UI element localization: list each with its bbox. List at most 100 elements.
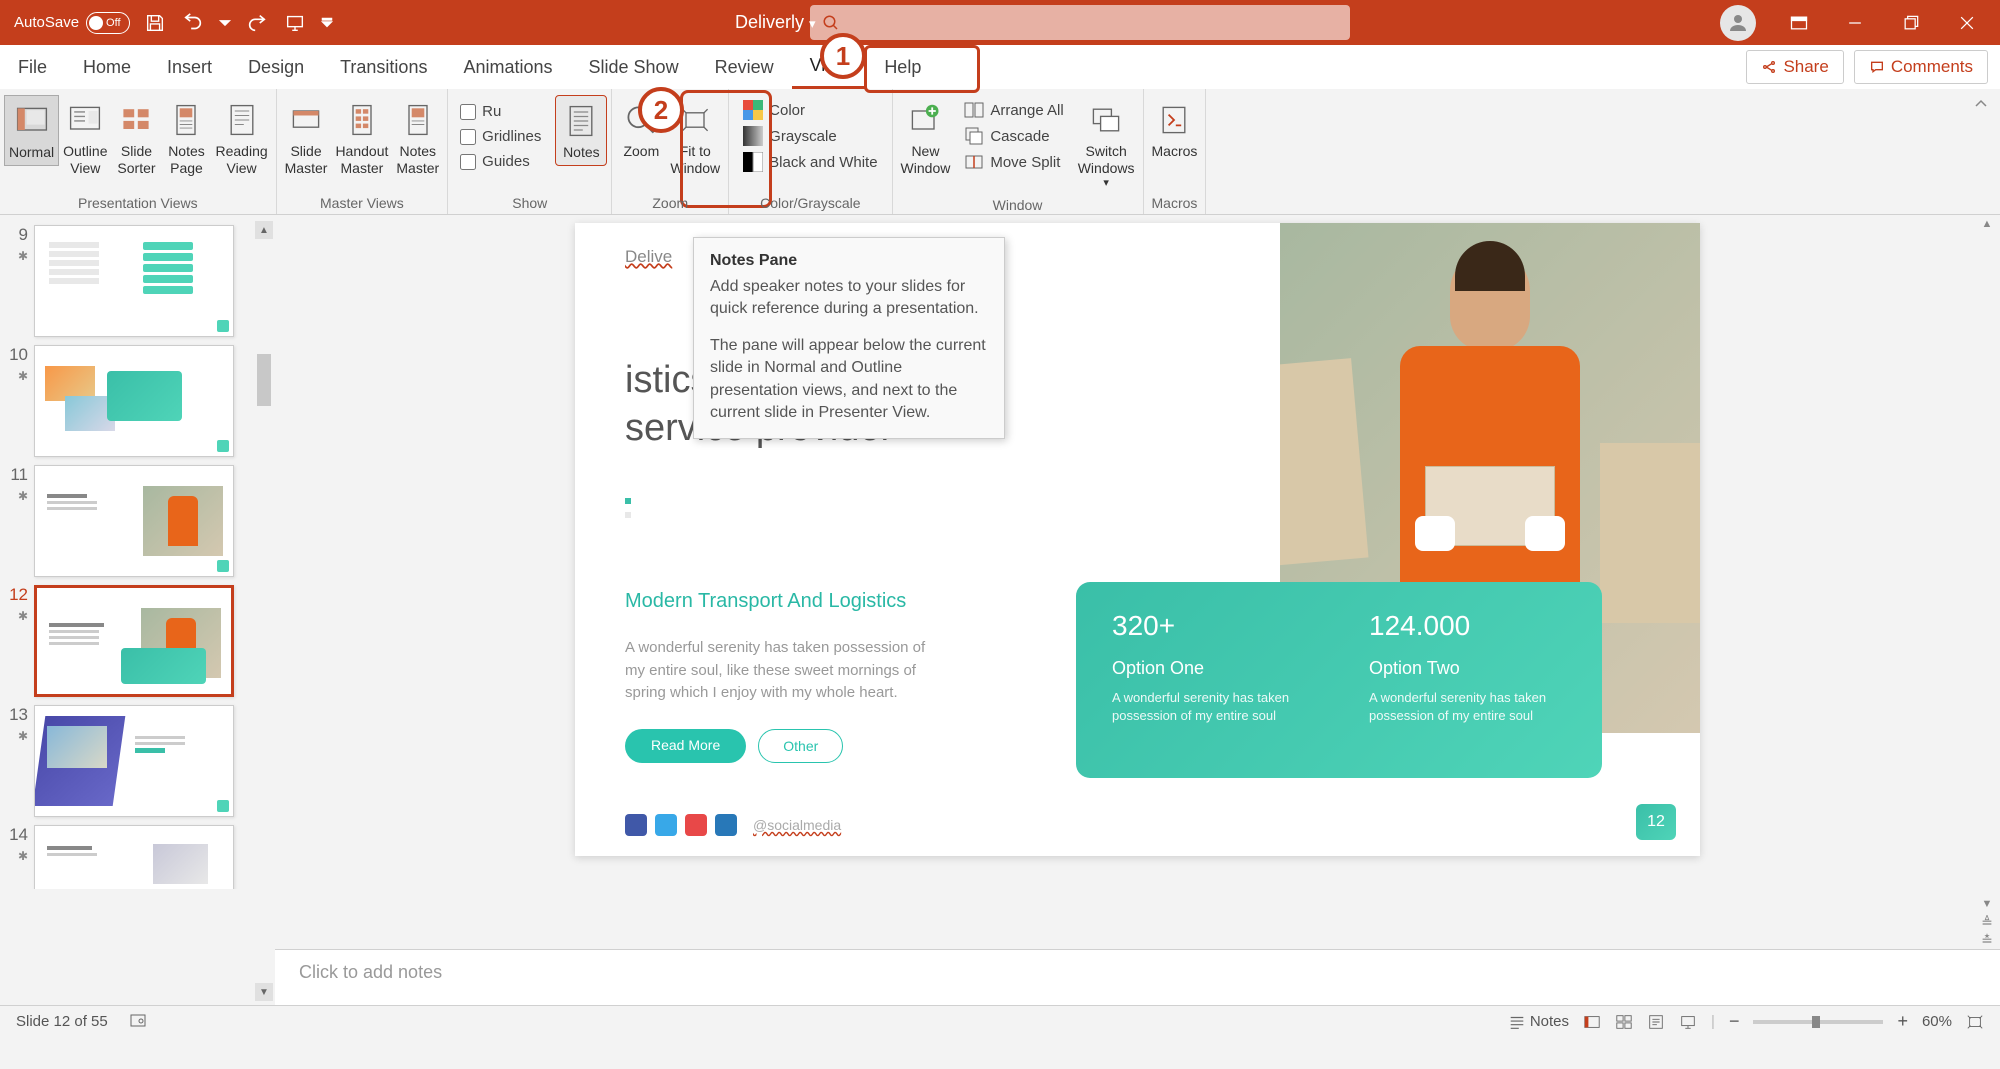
ruler-checkbox[interactable]: Ru	[454, 99, 547, 124]
close-icon[interactable]	[1954, 10, 1980, 36]
statusbar: Slide 12 of 55 Notes | − + 60%	[0, 1005, 2000, 1037]
thumbnail-14[interactable]	[34, 825, 234, 889]
zoom-slider[interactable]	[1753, 1020, 1883, 1024]
save-icon[interactable]	[142, 10, 168, 36]
search-input[interactable]	[810, 5, 1350, 40]
comments-button[interactable]: Comments	[1854, 50, 1988, 84]
view-highlight	[864, 45, 980, 93]
scroll-up-icon[interactable]: ▲	[255, 221, 273, 239]
handout-master-button[interactable]: Handout Master	[331, 95, 392, 181]
menu-slide-show[interactable]: Slide Show	[571, 45, 697, 89]
notes-placeholder: Click to add notes	[299, 962, 442, 982]
autosave-toggle[interactable]: AutoSave Off	[14, 12, 130, 34]
zoom-percent[interactable]: 60%	[1922, 1013, 1952, 1030]
move-split-button[interactable]: Move Split	[956, 149, 1071, 175]
notes-area[interactable]: Click to add notes	[275, 949, 2000, 1005]
slideshow-view-icon[interactable]	[1679, 1013, 1697, 1031]
arrange-all-button[interactable]: Arrange All	[956, 97, 1071, 123]
twitter-icon[interactable]	[655, 814, 677, 836]
slide-counter[interactable]: Slide 12 of 55	[16, 1013, 108, 1030]
undo-dropdown-icon[interactable]	[218, 10, 232, 36]
thumbnail-13[interactable]	[34, 705, 234, 817]
slide-container[interactable]: Delive istics service provider Modern Tr…	[275, 215, 2000, 949]
canvas-scroll-down-icon[interactable]: ▼	[1978, 895, 1996, 913]
normal-view-button[interactable]: Normal	[4, 95, 59, 166]
toggle-switch[interactable]: Off	[86, 12, 130, 34]
slide-sorter-button[interactable]: Slide Sorter	[111, 95, 161, 181]
slideshow-start-icon[interactable]	[282, 10, 308, 36]
sorter-view-icon[interactable]	[1615, 1013, 1633, 1031]
thumbnail-9[interactable]	[34, 225, 234, 337]
thumbnail-11[interactable]	[34, 465, 234, 577]
notes-master-button[interactable]: Notes Master	[392, 95, 443, 181]
thumbnail-panel[interactable]: 9✱ 10✱ 11✱ 12✱	[0, 215, 275, 1005]
menu-animations[interactable]: Animations	[445, 45, 570, 89]
slide-subtitle: Modern Transport And Logistics	[625, 590, 1105, 613]
thumb-scrollbar[interactable]: ▲ ▼	[255, 221, 273, 1001]
user-avatar[interactable]	[1720, 5, 1756, 41]
ribbon-collapse-icon[interactable]	[1972, 95, 1990, 113]
canvas-scrollbar[interactable]: ▲ ▼ ≜ ≛	[1978, 215, 1996, 949]
thumb-row-11[interactable]: 11✱	[0, 461, 275, 581]
thumbnail-10[interactable]	[34, 345, 234, 457]
redo-icon[interactable]	[244, 10, 270, 36]
prev-slide-icon[interactable]: ≜	[1978, 913, 1996, 931]
new-window-button[interactable]: New Window	[897, 95, 955, 181]
qat-dropdown-icon[interactable]	[320, 10, 334, 36]
notes-button[interactable]: Notes	[555, 95, 607, 166]
reading-view-button[interactable]: Reading View	[211, 95, 271, 181]
zoom-in-button[interactable]: +	[1897, 1011, 1908, 1032]
stat-1-desc: A wonderful serenity has taken possessio…	[1112, 689, 1309, 725]
share-button[interactable]: Share	[1746, 50, 1843, 84]
notes-page-button[interactable]: Notes Page	[161, 95, 211, 181]
zoom-out-button[interactable]: −	[1729, 1011, 1740, 1032]
thumb-row-9[interactable]: 9✱	[0, 221, 275, 341]
window-label: Window	[897, 194, 1139, 216]
thumb-row-13[interactable]: 13✱	[0, 701, 275, 821]
reading-view-icon[interactable]	[1647, 1013, 1665, 1031]
fit-button-icon[interactable]	[1966, 1013, 1984, 1031]
outline-view-button[interactable]: Outline View	[59, 95, 111, 181]
facebook-icon[interactable]	[625, 814, 647, 836]
menu-review[interactable]: Review	[697, 45, 792, 89]
maximize-icon[interactable]	[1898, 10, 1924, 36]
canvas-scroll-up-icon[interactable]: ▲	[1978, 215, 1996, 233]
undo-icon[interactable]	[180, 10, 206, 36]
menu-design[interactable]: Design	[230, 45, 322, 89]
thumb-row-10[interactable]: 10✱	[0, 341, 275, 461]
menu-insert[interactable]: Insert	[149, 45, 230, 89]
ribbon-display-icon[interactable]	[1786, 10, 1812, 36]
menu-transitions[interactable]: Transitions	[322, 45, 445, 89]
stat-1-number: 320+	[1112, 610, 1309, 642]
youtube-icon[interactable]	[685, 814, 707, 836]
callout-1: 1	[820, 33, 866, 79]
menu-home[interactable]: Home	[65, 45, 149, 89]
thumb-row-12[interactable]: 12✱	[0, 581, 275, 701]
ribbon: Normal Outline View Slide Sorter Notes P…	[0, 89, 2000, 215]
read-more-button[interactable]: Read More	[625, 729, 746, 763]
linkedin-icon[interactable]	[715, 814, 737, 836]
switch-windows-button[interactable]: Switch Windows ▾	[1074, 95, 1139, 194]
gridlines-checkbox[interactable]: Gridlines	[454, 124, 547, 149]
other-button[interactable]: Other	[758, 729, 843, 763]
next-slide-icon[interactable]: ≛	[1978, 931, 1996, 949]
notes-toggle-button[interactable]: Notes	[1508, 1013, 1569, 1031]
normal-view-icon[interactable]	[1583, 1013, 1601, 1031]
scroll-down-icon[interactable]: ▼	[255, 983, 273, 1001]
thumbnail-12[interactable]	[34, 585, 234, 697]
stat-2-label: Option Two	[1369, 658, 1566, 679]
thumb-row-14[interactable]: 14✱	[0, 821, 275, 889]
accessibility-icon[interactable]	[128, 1010, 148, 1034]
slide-page-number: 12	[1636, 804, 1676, 840]
cascade-button[interactable]: Cascade	[956, 123, 1071, 149]
menu-file[interactable]: File	[0, 45, 65, 89]
slide-master-button[interactable]: Slide Master	[281, 95, 332, 181]
titlebar: AutoSave Off Deliverly ▾	[0, 0, 2000, 45]
guides-checkbox[interactable]: Guides	[454, 149, 547, 174]
scroll-handle[interactable]	[257, 354, 271, 406]
document-title[interactable]: Deliverly ▾	[735, 12, 816, 33]
ribbon-group-master-views: Slide Master Handout Master Notes Master…	[277, 89, 449, 214]
macros-button[interactable]: Macros	[1148, 95, 1202, 164]
menubar: File Home Insert Design Transitions Anim…	[0, 45, 2000, 89]
minimize-icon[interactable]	[1842, 10, 1868, 36]
